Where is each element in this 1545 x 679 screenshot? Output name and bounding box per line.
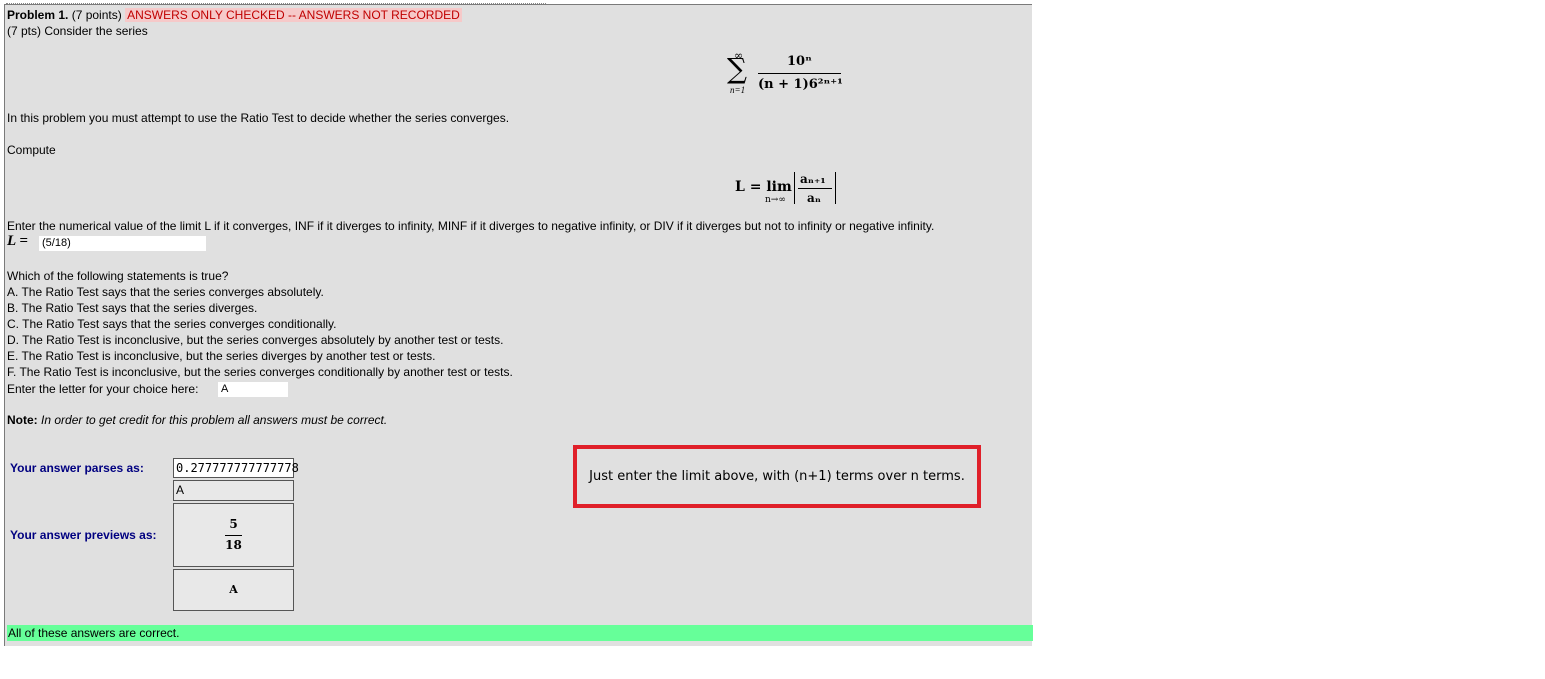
preview-answer-1: 5 18 [173, 503, 294, 567]
series-fraction-bar [758, 73, 841, 74]
limit-numerator: aₙ₊₁ [800, 172, 826, 186]
parsed-answer-1: 0.277777777777778 [173, 458, 299, 478]
problem-intro: (7 pts) Consider the series [7, 24, 148, 38]
sum-lower: n=1 [730, 85, 746, 95]
parsed-answer-2: A [173, 480, 294, 501]
limit-instructions: Enter the numerical value of the limit L… [7, 219, 935, 233]
compute-label: Compute [7, 143, 56, 157]
series-denominator: (n + 1)6²ⁿ⁺¹ [758, 77, 843, 92]
note-text: In order to get credit for this problem … [41, 413, 388, 427]
limit-denominator: aₙ [807, 191, 822, 205]
limit-subscript: n→∞ [765, 195, 786, 205]
instruction-text: In this problem you must attempt to use … [7, 111, 510, 125]
abs-bar-left [794, 172, 795, 204]
note: Note: In order to get credit for this pr… [7, 413, 387, 427]
preview-answer-2: A [173, 569, 294, 611]
series-numerator: 10ⁿ [787, 54, 812, 69]
problem-points: (7 points) [71, 8, 122, 22]
limit-fraction-bar [798, 188, 832, 189]
choice-answer-input[interactable] [218, 382, 288, 397]
parses-label: Your answer parses as: [10, 461, 144, 475]
choice-f: F. The Ratio Test is inconclusive, but t… [7, 365, 513, 379]
choice-a: A. The Ratio Test says that the series c… [7, 285, 324, 299]
limit-lhs: L = lim [735, 179, 792, 195]
problem-header: Problem 1. (7 points) ANSWERS ONLY CHECK… [7, 8, 462, 22]
preview-fraction-bar [225, 535, 242, 536]
problem-number: Problem 1. [7, 8, 69, 22]
choice-b: B. The Ratio Test says that the series d… [7, 301, 258, 315]
problem-panel: Problem 1. (7 points) ANSWERS ONLY CHECK… [4, 4, 1033, 646]
preview-numerator: 5 [229, 517, 238, 531]
correct-status-bar: All of these answers are correct. [7, 625, 1033, 641]
question-text: Which of the following statements is tru… [7, 269, 229, 283]
choice-c: C. The Ratio Test says that the series c… [7, 317, 337, 331]
choice-d: D. The Ratio Test is inconclusive, but t… [7, 333, 504, 347]
hint-callout: Just enter the limit above, with (n+1) t… [573, 445, 981, 508]
previews-label: Your answer previews as: [10, 528, 157, 542]
abs-bar-right [835, 172, 836, 204]
sigma-symbol: ∑ [727, 52, 747, 85]
limit-answer-input[interactable] [39, 236, 206, 251]
choice-e: E. The Ratio Test is inconclusive, but t… [7, 349, 436, 363]
note-label: Note: [7, 413, 38, 427]
choice-prompt: Enter the letter for your choice here: [7, 382, 199, 396]
answers-status-badge: ANSWERS ONLY CHECKED -- ANSWERS NOT RECO… [125, 8, 462, 22]
l-equals-label: L = [7, 233, 28, 249]
preview-denominator: 18 [225, 538, 242, 552]
